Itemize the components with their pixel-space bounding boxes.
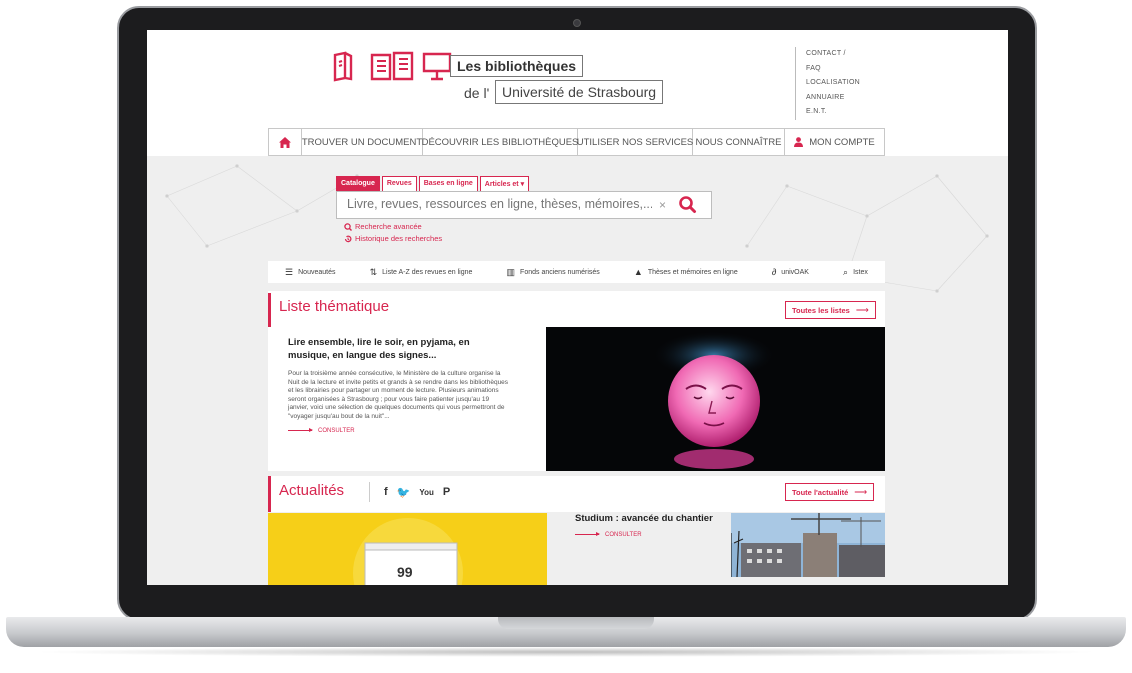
news-item-photo[interactable] <box>731 513 885 577</box>
camera-icon <box>573 19 581 27</box>
history-icon <box>344 235 352 243</box>
search-icon[interactable] <box>677 195 699 215</box>
feature-consult-link[interactable]: CONSULTER <box>288 428 510 434</box>
shortcut-bar: ☰ Nouveautés ⇅ Liste A-Z des revues en lig… <box>268 261 885 283</box>
logo-icons[interactable] <box>332 50 452 82</box>
twitter-icon[interactable]: 🐦 <box>397 486 411 499</box>
nav-mon-compte[interactable]: MON COMPTE <box>785 129 884 155</box>
nav-decouvrir-bibliotheques[interactable]: DÉCOUVRIR LES BIBLIOTHÈQUES <box>422 129 578 155</box>
tab-catalogue[interactable]: Catalogue <box>336 176 380 192</box>
arrow-right-icon <box>288 428 313 433</box>
shortcut-univoak[interactable]: ∂ univOAK <box>772 267 809 277</box>
browser-screen: Les bibliothèques de l' Université de St… <box>147 30 1008 585</box>
book-icon: ▥ <box>506 266 516 277</box>
magnifier-plus-icon <box>344 223 352 231</box>
news-consult-link[interactable]: CONSULTER <box>575 532 725 538</box>
shortcut-label: univOAK <box>781 268 809 276</box>
search-history-link[interactable]: Historique des recherches <box>344 233 442 245</box>
thematic-section-title: Liste thématique <box>268 293 389 327</box>
network-background-decoration <box>165 164 989 293</box>
computer-icon <box>422 52 452 81</box>
tab-revues[interactable]: Revues <box>381 176 417 192</box>
feature-image[interactable] <box>546 327 885 471</box>
shortcut-label: Thèses et mémoires en ligne <box>647 268 738 276</box>
moon-face-illustration <box>652 331 776 469</box>
quick-link-ent[interactable]: E.N.T. <box>806 105 860 120</box>
clear-search-icon[interactable]: × <box>659 198 666 212</box>
advanced-search-label: Recherche avancée <box>355 222 422 231</box>
logo-prefix: de l' <box>464 85 490 101</box>
main-navigation: TROUVER UN DOCUMENT DÉCOUVRIR LES BIBLIO… <box>268 128 885 156</box>
search-history-label: Historique des recherches <box>355 234 443 243</box>
construction-site-photo <box>731 513 885 577</box>
quick-link-contact[interactable]: CONTACT / <box>806 47 860 62</box>
logo-subtitle[interactable]: Université de Strasbourg <box>495 80 664 104</box>
laptop-notch <box>498 617 654 629</box>
consult-label: CONSULTER <box>605 531 642 538</box>
shortcut-label: Fonds anciens numérisés <box>520 268 600 276</box>
quick-link-annuaire[interactable]: ANNUAIRE <box>806 91 860 106</box>
all-lists-button[interactable]: Toutes les listes ⟶ <box>785 301 876 319</box>
arrow-right-icon: ⟶ <box>855 304 869 315</box>
sort-az-icon: ⇅ <box>369 266 378 277</box>
news-title-label: Actualités <box>279 482 345 499</box>
graduation-cap-icon: ▲ <box>633 267 643 277</box>
consult-label: CONSULTER <box>318 427 355 434</box>
sort-list-icon: ☰ <box>285 266 294 277</box>
mon-compte-label: MON COMPTE <box>809 136 875 148</box>
tab-articles[interactable]: Articles et ▾ <box>479 176 530 192</box>
youtube-icon[interactable]: You <box>419 488 434 497</box>
open-book-icon <box>333 51 353 82</box>
feature-body: Pour la troisième année consécutive, le … <box>288 370 509 420</box>
pinterest-icon[interactable]: P <box>443 486 450 498</box>
news-item: Studium : avancée du chantier CONSULTER <box>575 513 725 538</box>
search-box: × <box>336 191 712 219</box>
arrow-right-icon <box>575 532 600 536</box>
svg-text:99: 99 <box>397 564 413 580</box>
book-pages-icon <box>370 51 414 81</box>
quick-link-localisation[interactable]: LOCALISATION <box>806 76 860 91</box>
thematic-feature: Lire ensemble, lire le soir, en pyjama, … <box>288 336 510 434</box>
all-news-button[interactable]: Toute l'actualité ⟶ <box>785 483 875 501</box>
shortcut-liste-az[interactable]: ⇅ Liste A-Z des revues en ligne <box>370 267 473 278</box>
search-tabs: Catalogue Revues Bases en ligne Articles… <box>336 176 530 192</box>
search-links: Recherche avancée Historique des recherc… <box>344 221 442 245</box>
shortcut-label: Nouveautés <box>298 268 336 276</box>
social-links: f 🐦 You P <box>369 482 450 502</box>
nav-nous-connaitre[interactable]: NOUS CONNAÎTRE <box>693 129 785 155</box>
all-lists-label: Toutes les listes <box>792 305 850 315</box>
home-icon <box>279 136 291 148</box>
tab-bases-en-ligne[interactable]: Bases en ligne <box>418 176 478 192</box>
quick-link-faq[interactable]: FAQ <box>806 62 860 77</box>
search-input[interactable] <box>347 197 652 211</box>
site-header: Les bibliothèques de l' Université de St… <box>147 30 1008 156</box>
nav-trouver-document[interactable]: TROUVER UN DOCUMENT <box>302 129 423 155</box>
shortcut-label: Liste A-Z des revues en ligne <box>382 268 473 276</box>
quote-illustration: 99 <box>353 518 463 585</box>
shortcut-label: Istex <box>853 268 868 276</box>
feature-title[interactable]: Lire ensemble, lire le soir, en pyjama, … <box>288 336 510 362</box>
shortcut-nouveautes[interactable]: ☰ Nouveautés <box>285 267 335 278</box>
quick-links: CONTACT / FAQ LOCALISATION ANNUAIRE E.N.… <box>795 47 860 120</box>
shortcut-istex[interactable]: ⌕ Istex <box>843 267 868 278</box>
logo-title[interactable]: Les bibliothèques <box>450 55 584 77</box>
shortcut-theses[interactable]: ▲ Thèses et mémoires en ligne <box>634 267 738 277</box>
all-news-label: Toute l'actualité <box>792 487 849 497</box>
news-item-title[interactable]: Studium : avancée du chantier <box>575 513 725 526</box>
user-icon <box>794 137 804 147</box>
shortcut-fonds-anciens[interactable]: ▥ Fonds anciens numérisés <box>507 267 600 278</box>
facebook-icon[interactable]: f <box>384 486 388 498</box>
nav-home[interactable] <box>269 129 302 155</box>
nav-utiliser-services[interactable]: UTILISER NOS SERVICES <box>577 129 693 155</box>
arrow-right-icon: ⟶ <box>854 486 868 497</box>
search-icon: ⌕ <box>843 266 849 277</box>
open-access-icon: ∂ <box>771 267 777 277</box>
advanced-search-link[interactable]: Recherche avancée <box>344 221 442 233</box>
laptop-shadow <box>30 647 1102 657</box>
news-featured-image[interactable]: 99 <box>268 513 547 585</box>
